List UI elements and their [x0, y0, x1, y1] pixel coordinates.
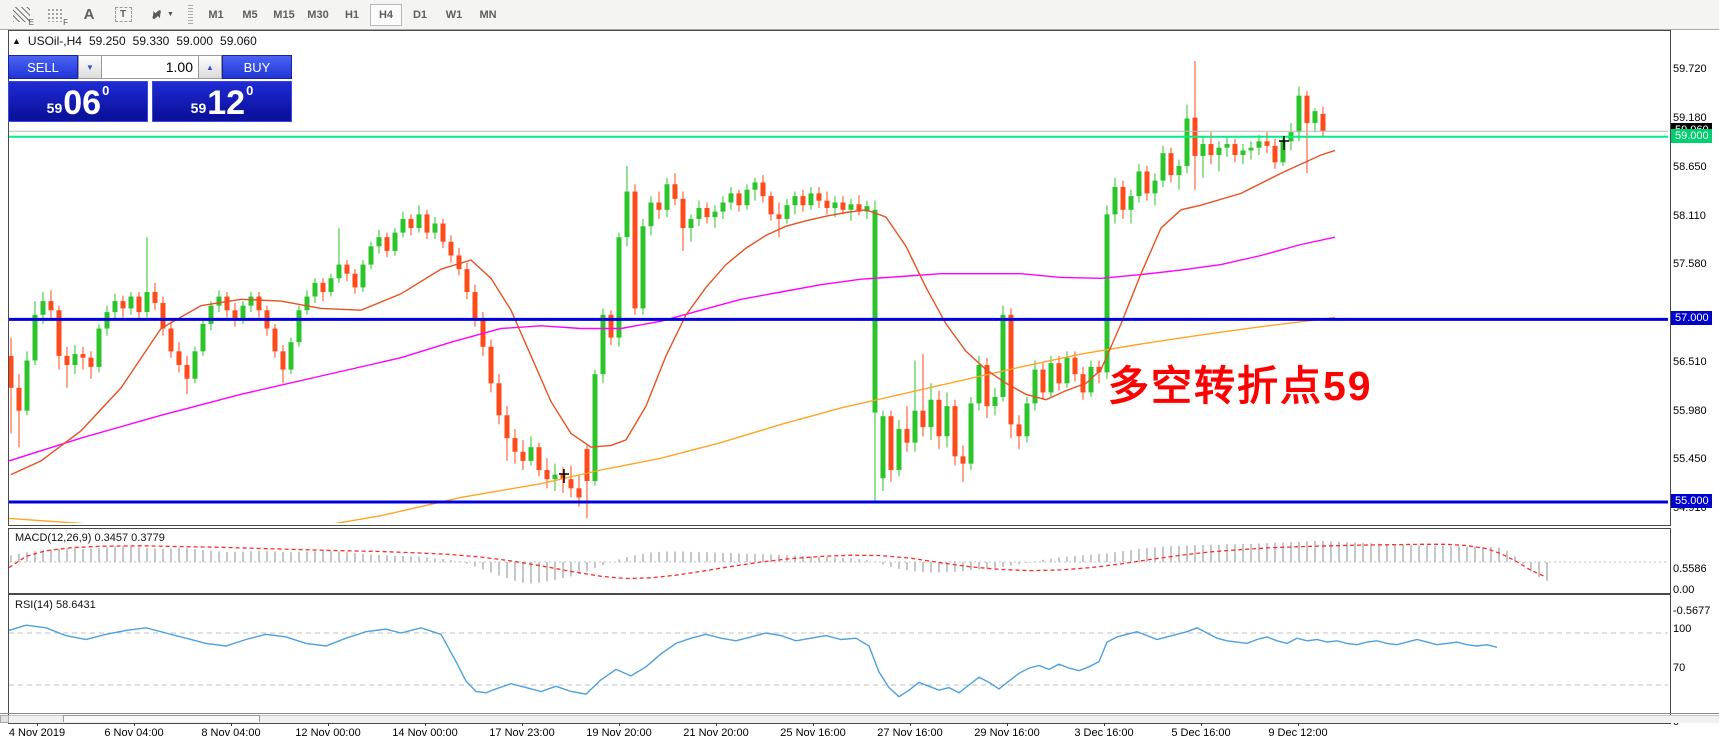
chevron-down-icon: ▼	[86, 63, 94, 72]
quote-close: 59.060	[220, 34, 257, 48]
chevron-up-icon: ▲	[206, 63, 214, 72]
sell-price-big: 06	[63, 88, 101, 119]
price-level-badge: 55.000	[1671, 494, 1712, 508]
rsi-label: RSI(14) 58.6431	[15, 599, 96, 611]
buy-price-sup: 0	[246, 84, 253, 97]
price-tick-label: 58.650	[1673, 161, 1707, 173]
buy-price-big: 12	[207, 88, 245, 119]
quote-low: 59.000	[176, 34, 213, 48]
volume-decrease-button[interactable]: ▼	[78, 55, 102, 79]
volume-increase-button[interactable]: ▲	[198, 55, 222, 79]
timeframe-button-MN[interactable]: MN	[472, 4, 504, 26]
one-click-trading-panel: SELL ▼ 1.00 ▲ BUY 59 06 0 59 12 0	[8, 55, 292, 122]
macd-tick-label: -0.5677	[1673, 605, 1710, 617]
volume-input[interactable]: 1.00	[102, 55, 198, 79]
quote-open: 59.250	[89, 34, 126, 48]
window-corner	[0, 715, 9, 723]
macd-panel[interactable]: MACD(12,26,9) 0.3457 0.3779	[8, 528, 1671, 594]
top-toolbar: E F A T ▼ M1M5M15M30H1H4D1W1MN	[0, 0, 1719, 30]
price-level-badge: 57.000	[1671, 311, 1712, 325]
price-tick-label: 58.110	[1673, 210, 1706, 222]
sell-price-small: 59	[47, 101, 63, 115]
timeframe-button-H1[interactable]: H1	[336, 4, 368, 26]
price-tick-label: 57.580	[1673, 258, 1707, 270]
macd-chart	[9, 529, 1668, 591]
text-box-icon[interactable]: T	[110, 4, 136, 26]
rsi-tick-label: 100	[1673, 623, 1691, 635]
trading-terminal-window: E F A T ▼ M1M5M15M30H1H4D1W1MN MACD(12	[0, 0, 1719, 751]
rsi-chart	[9, 595, 1668, 721]
timeframe-button-M30[interactable]: M30	[302, 4, 334, 26]
price-tick-label: 55.980	[1673, 405, 1707, 417]
text-label-icon[interactable]: A	[76, 4, 102, 26]
grid-icon[interactable]: F	[42, 4, 68, 26]
sell-price-box[interactable]: 59 06 0	[8, 81, 148, 122]
timeframe-button-H4[interactable]: H4	[370, 4, 402, 26]
quote-line: ▲ USOil-,H4 59.250 59.330 59.000 59.060	[12, 34, 257, 48]
price-tick-label: 59.720	[1673, 63, 1707, 75]
sell-button[interactable]: SELL	[8, 55, 78, 79]
timeframe-button-W1[interactable]: W1	[438, 4, 470, 26]
rsi-tick-label: 70	[1673, 662, 1685, 674]
macd-tick-label: 0.5586	[1673, 563, 1707, 575]
chart-window: MACD(12,26,9) 0.3457 0.3779 RSI(14) 58.6…	[0, 30, 1719, 743]
grid-icon-letter: F	[63, 18, 68, 27]
buy-price-small: 59	[191, 101, 207, 115]
price-tick-label: 56.510	[1673, 356, 1707, 368]
macd-tick-label: 0.00	[1673, 584, 1694, 596]
price-level-badge: 59.000	[1671, 129, 1712, 143]
arrows-tool-icon[interactable]: ▼	[144, 4, 178, 26]
collapse-triangle-icon[interactable]: ▲	[12, 36, 21, 46]
timeframe-button-M15[interactable]: M15	[268, 4, 300, 26]
sell-price-sup: 0	[102, 84, 109, 97]
symbol-timeframe: USOil-,H4	[28, 34, 82, 48]
timeframe-button-D1[interactable]: D1	[404, 4, 436, 26]
timeframe-button-M5[interactable]: M5	[234, 4, 266, 26]
quote-high: 59.330	[133, 34, 170, 48]
indicators-icon[interactable]: E	[8, 4, 34, 26]
timeframe-bar: M1M5M15M30H1H4D1W1MN	[199, 4, 505, 26]
toolbar-grip[interactable]	[188, 5, 193, 25]
bottom-tab-strip	[0, 713, 1719, 751]
price-tick-label: 55.450	[1673, 453, 1707, 465]
chevron-down-icon: ▼	[167, 11, 174, 18]
buy-button[interactable]: BUY	[222, 55, 292, 79]
macd-label: MACD(12,26,9) 0.3457 0.3779	[15, 532, 165, 544]
timeframe-button-M1[interactable]: M1	[200, 4, 232, 26]
chart-tab[interactable]	[63, 715, 260, 722]
chart-annotation-text[interactable]: 多空转折点59	[1108, 352, 1373, 412]
buy-price-box[interactable]: 59 12 0	[152, 81, 292, 122]
rsi-panel[interactable]: RSI(14) 58.6431	[8, 594, 1671, 724]
indicators-icon-letter: E	[29, 18, 34, 27]
